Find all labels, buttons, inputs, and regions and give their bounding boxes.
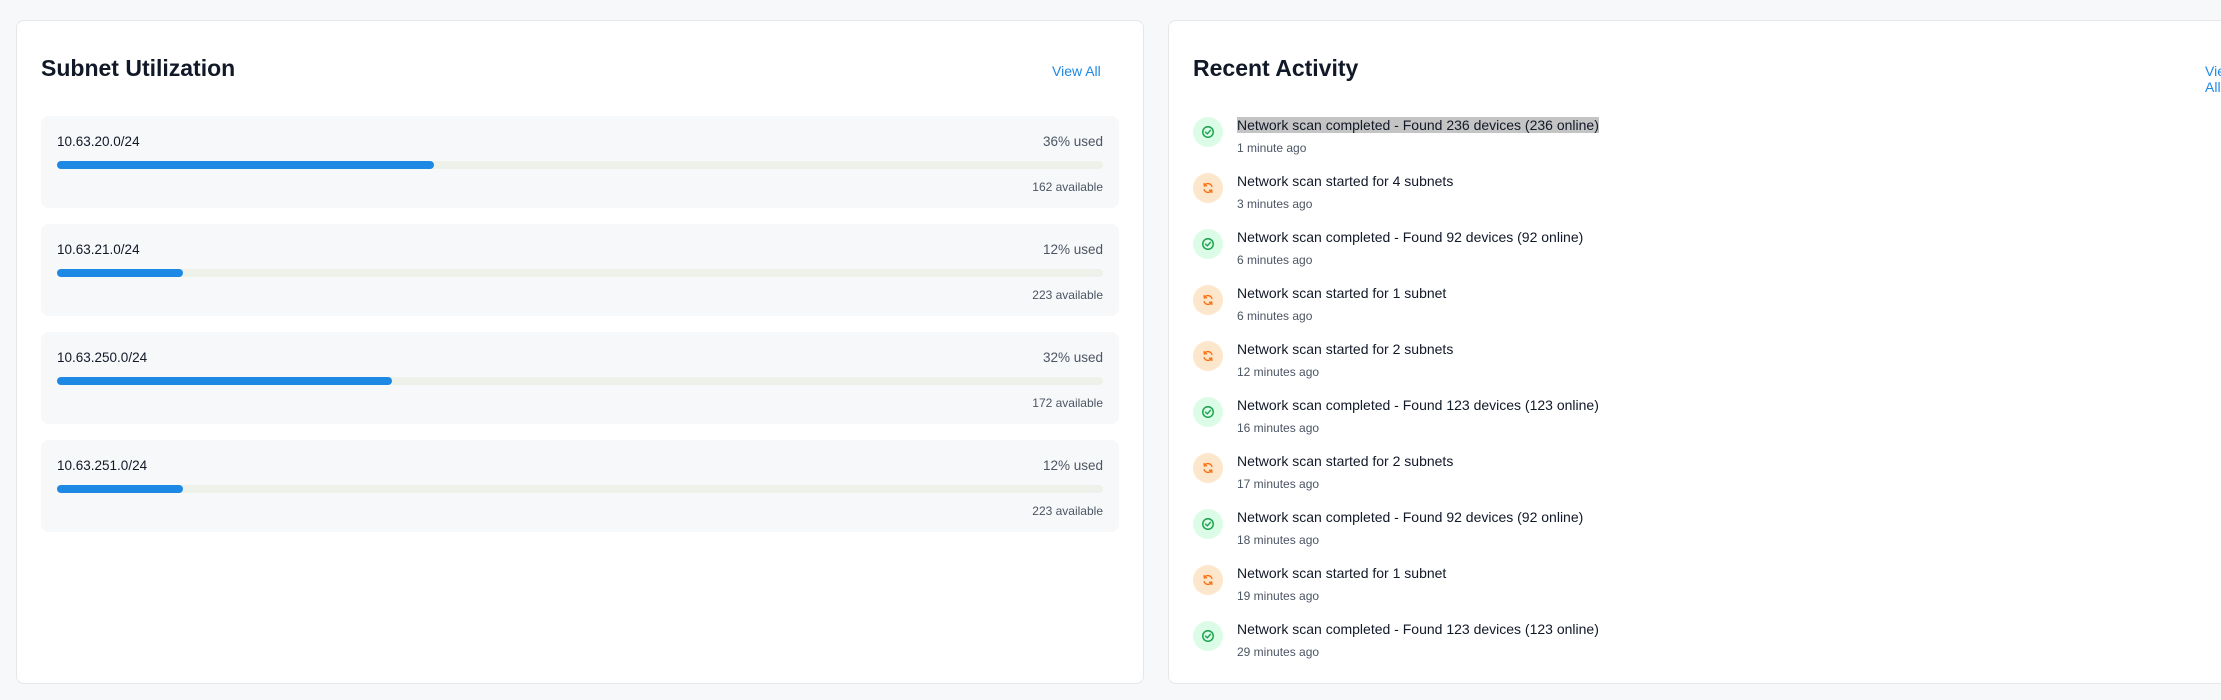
activity-item[interactable]: Network scan started for 1 subnet 19 min… xyxy=(1193,565,2093,615)
check-circle-icon xyxy=(1193,621,1223,651)
subnet-name: 10.63.250.0/24 xyxy=(57,350,148,365)
utilization-bar-fill xyxy=(57,485,183,493)
utilization-bar-track xyxy=(57,377,1103,385)
utilization-bar-fill xyxy=(57,269,183,277)
subnet-used-percent: 32% used xyxy=(1042,350,1103,365)
refresh-icon xyxy=(1193,453,1223,483)
activity-time: 18 minutes ago xyxy=(1237,533,1320,547)
subnet-available-count: 172 available xyxy=(1032,396,1103,410)
subnet-utilization-card: Subnet Utilization View All 10.63.20.0/2… xyxy=(16,20,1144,684)
activity-time: 3 minutes ago xyxy=(1237,197,1313,211)
subnet-row[interactable]: 10.63.20.0/24 36% used 162 available xyxy=(41,116,1119,208)
subnet-row[interactable]: 10.63.250.0/24 32% used 172 available xyxy=(41,332,1119,424)
utilization-bar-track xyxy=(57,485,1103,493)
subnet-available-count: 223 available xyxy=(1032,504,1103,518)
subnet-name: 10.63.20.0/24 xyxy=(57,134,140,149)
check-circle-icon xyxy=(1193,229,1223,259)
activity-text: Network scan started for 2 subnets xyxy=(1237,341,1454,357)
subnet-row[interactable]: 10.63.251.0/24 12% used 223 available xyxy=(41,440,1119,532)
activity-item[interactable]: Network scan completed - Found 123 devic… xyxy=(1193,397,2093,447)
activity-item[interactable]: Network scan completed - Found 92 device… xyxy=(1193,229,2093,279)
view-all-activity-link[interactable]: View All xyxy=(2205,63,2221,95)
subnet-row[interactable]: 10.63.21.0/24 12% used 223 available xyxy=(41,224,1119,316)
activity-time: 12 minutes ago xyxy=(1237,365,1320,379)
check-circle-icon xyxy=(1193,509,1223,539)
subnet-name: 10.63.251.0/24 xyxy=(57,458,148,473)
activity-text: Network scan completed - Found 92 device… xyxy=(1237,509,1584,525)
view-all-subnets-link[interactable]: View All xyxy=(1052,63,1101,79)
activity-text: Network scan completed - Found 236 devic… xyxy=(1237,117,1599,133)
refresh-icon xyxy=(1193,565,1223,595)
activity-item[interactable]: Network scan started for 2 subnets 12 mi… xyxy=(1193,341,2093,391)
activity-item[interactable]: Network scan started for 2 subnets 17 mi… xyxy=(1193,453,2093,503)
card-title: Subnet Utilization xyxy=(41,55,236,81)
utilization-bar-track xyxy=(57,269,1103,277)
subnet-used-percent: 12% used xyxy=(1042,242,1103,257)
subnet-used-percent: 12% used xyxy=(1042,458,1103,473)
subnet-name: 10.63.21.0/24 xyxy=(57,242,140,257)
check-circle-icon xyxy=(1193,397,1223,427)
subnet-used-percent: 36% used xyxy=(1042,134,1103,149)
activity-time: 16 minutes ago xyxy=(1237,421,1320,435)
refresh-icon xyxy=(1193,285,1223,315)
activity-time: 1 minute ago xyxy=(1237,141,1307,155)
activity-time: 6 minutes ago xyxy=(1237,253,1313,267)
subnet-available-count: 223 available xyxy=(1032,288,1103,302)
utilization-bar-fill xyxy=(57,161,434,169)
recent-activity-card: Recent Activity View All Network scan co… xyxy=(1168,20,2221,684)
activity-item[interactable]: Network scan completed - Found 236 devic… xyxy=(1193,117,2093,167)
subnet-available-count: 162 available xyxy=(1032,180,1103,194)
activity-time: 19 minutes ago xyxy=(1237,589,1320,603)
activity-text: Network scan started for 2 subnets xyxy=(1237,453,1454,469)
activity-item[interactable]: Network scan completed - Found 92 device… xyxy=(1193,509,2093,559)
check-circle-icon xyxy=(1193,117,1223,147)
activity-item[interactable]: Network scan completed - Found 123 devic… xyxy=(1193,621,2093,671)
refresh-icon xyxy=(1193,173,1223,203)
activity-time: 6 minutes ago xyxy=(1237,309,1313,323)
refresh-icon xyxy=(1193,341,1223,371)
activity-text: Network scan started for 4 subnets xyxy=(1237,173,1454,189)
utilization-bar-fill xyxy=(57,377,392,385)
activity-text: Network scan started for 1 subnet xyxy=(1237,565,1447,581)
activity-time: 17 minutes ago xyxy=(1237,477,1320,491)
activity-text: Network scan completed - Found 92 device… xyxy=(1237,229,1584,245)
utilization-bar-track xyxy=(57,161,1103,169)
activity-item[interactable]: Network scan started for 4 subnets 3 min… xyxy=(1193,173,2093,223)
activity-text: Network scan completed - Found 123 devic… xyxy=(1237,621,1599,637)
activity-item[interactable]: Network scan started for 1 subnet 6 minu… xyxy=(1193,285,2093,335)
activity-time: 29 minutes ago xyxy=(1237,645,1320,659)
activity-text: Network scan started for 1 subnet xyxy=(1237,285,1447,301)
activity-text: Network scan completed - Found 123 devic… xyxy=(1237,397,1599,413)
card-title: Recent Activity xyxy=(1193,55,1359,81)
